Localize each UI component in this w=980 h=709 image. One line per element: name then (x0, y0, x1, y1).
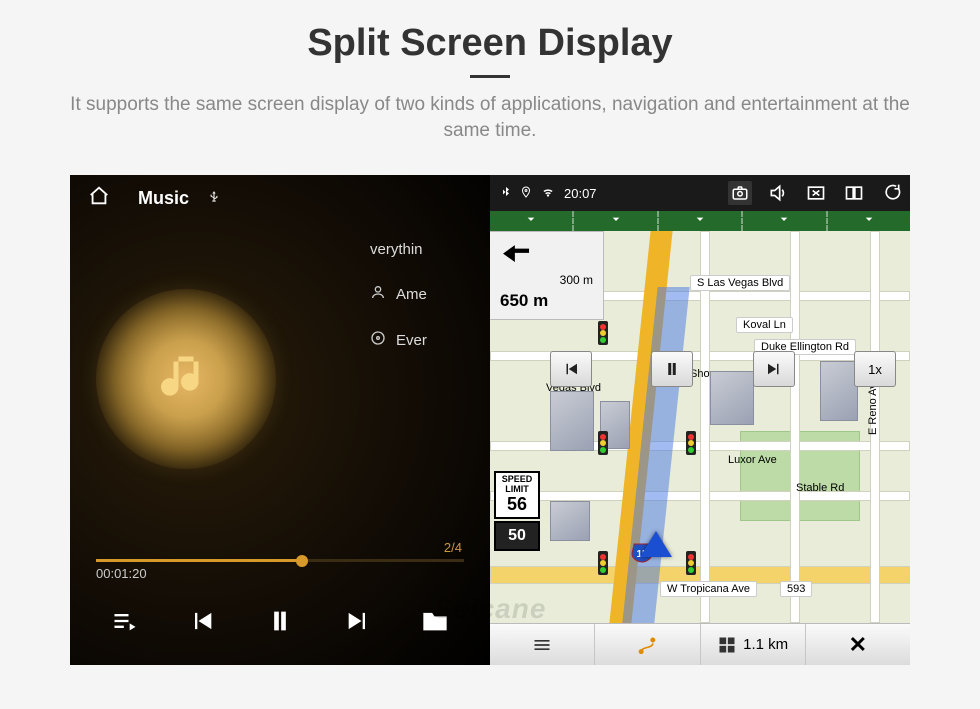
status-bar: 20:07 (490, 175, 910, 211)
device-screen: Music verythin Ame (70, 175, 910, 665)
road-label: Stable Rd (790, 481, 850, 495)
lane-arrow-icon (692, 211, 708, 232)
playlist-button[interactable] (105, 601, 145, 641)
wifi-icon (540, 185, 556, 202)
lane-guidance (490, 211, 910, 231)
music-note-icon (156, 349, 216, 409)
sim-speed-button[interactable]: 1x (854, 351, 896, 387)
location-icon (520, 184, 532, 203)
back-icon[interactable] (880, 181, 904, 205)
album-art (96, 289, 276, 469)
speed-limit-sign: SPEED LIMIT 56 (494, 471, 540, 519)
close-icon: ✕ (849, 632, 867, 658)
disc-icon (370, 330, 386, 350)
album-row: Ever (370, 330, 490, 350)
usb-icon[interactable] (207, 188, 221, 209)
lane-arrow-icon (608, 211, 624, 232)
title-underline (470, 75, 510, 78)
music-app-label: Music (138, 188, 189, 209)
music-panel: Music verythin Ame (70, 175, 490, 665)
person-icon (370, 284, 386, 304)
road-label: 593 (780, 581, 812, 597)
sim-pause-button[interactable] (651, 351, 693, 387)
artist-row: Ame (370, 284, 490, 304)
artist-name: Ame (396, 286, 427, 303)
screenshot-icon[interactable] (728, 181, 752, 205)
split-screen-icon[interactable] (842, 181, 866, 205)
lane-arrow-icon (776, 211, 792, 232)
road-label: W Tropicana Ave (660, 581, 757, 597)
page-title: Split Screen Display (50, 22, 930, 65)
page-subtitle: It supports the same screen display of t… (60, 92, 920, 143)
navigation-panel: 20:07 300 m 650 m (490, 175, 910, 665)
progress-knob[interactable] (296, 555, 308, 567)
road-label: Koval Ln (736, 317, 793, 333)
nav-menu-button[interactable] (490, 624, 595, 665)
nav-distance: 1.1 km (701, 624, 806, 665)
current-speed: 50 (494, 521, 540, 551)
track-title-row: verythin (370, 241, 490, 258)
pause-button[interactable] (260, 601, 300, 641)
road-label: Luxor Ave (722, 453, 783, 467)
turn-guidance: 300 m 650 m (490, 231, 604, 320)
prev-track-button[interactable] (182, 601, 222, 641)
bluetooth-icon (500, 184, 512, 203)
lane-arrow-icon (523, 211, 539, 232)
folder-button[interactable] (415, 601, 455, 641)
nav-route-button[interactable] (595, 624, 700, 665)
sim-prev-button[interactable] (550, 351, 592, 387)
following-turn-distance: 650 m (500, 291, 593, 311)
close-app-icon[interactable] (804, 181, 828, 205)
vehicle-cursor-icon (640, 531, 672, 557)
album-name: Ever (396, 332, 427, 349)
nav-close-button[interactable]: ✕ (806, 624, 910, 665)
track-title: verythin (370, 241, 423, 258)
track-counter: 2/4 (96, 540, 464, 555)
status-time: 20:07 (564, 186, 597, 201)
music-topbar: Music (70, 175, 490, 221)
lane-arrow-icon (861, 211, 877, 232)
turn-left-icon (500, 238, 534, 277)
volume-icon[interactable] (766, 181, 790, 205)
next-track-button[interactable] (338, 601, 378, 641)
nav-bottom-bar: 1.1 km ✕ (490, 623, 910, 665)
sim-next-button[interactable] (753, 351, 795, 387)
home-icon[interactable] (88, 185, 110, 212)
progress-bar[interactable] (96, 559, 464, 562)
elapsed-time: 00:01:20 (96, 566, 464, 581)
road-label: S Las Vegas Blvd (690, 275, 790, 291)
